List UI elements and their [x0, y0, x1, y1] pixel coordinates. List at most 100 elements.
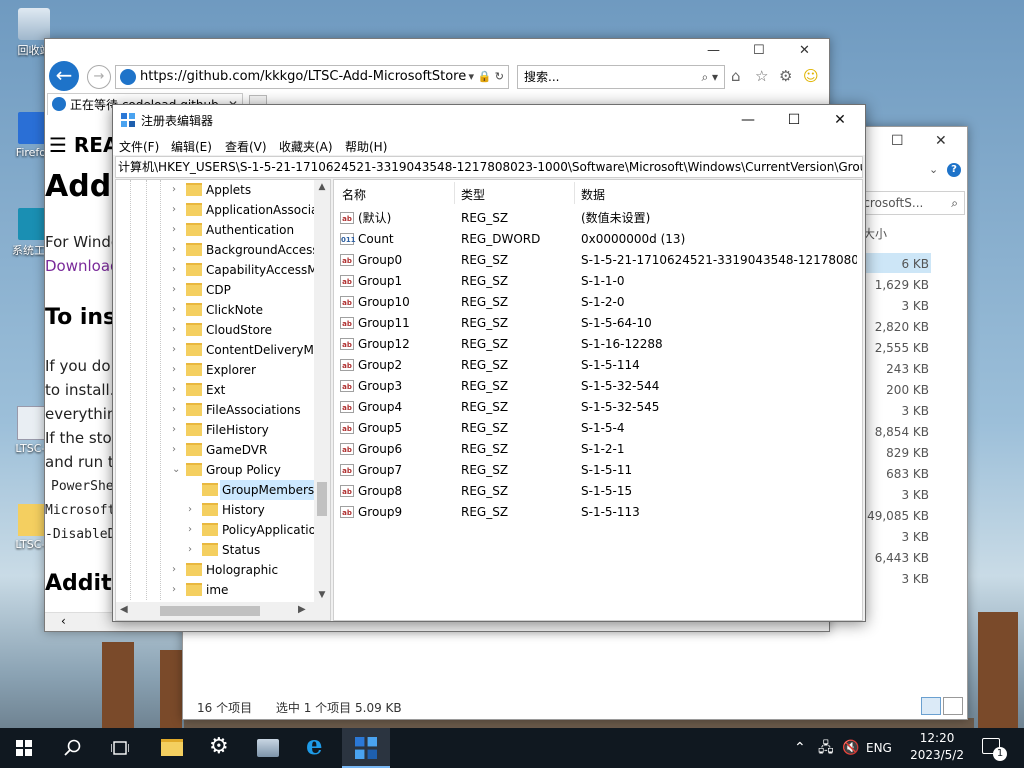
scroll-thumb[interactable]	[317, 482, 327, 516]
chevron-right-icon[interactable]: ›	[172, 200, 182, 220]
value-row[interactable]: ab Group3 REG_SZ S-1-5-32-544	[334, 376, 862, 397]
scroll-thumb[interactable]	[160, 606, 260, 616]
chevron-right-icon[interactable]: ›	[188, 500, 198, 520]
tree-item[interactable]: › CDP	[172, 280, 312, 300]
taskbar-file-explorer[interactable]	[148, 728, 196, 768]
value-row[interactable]: ab Group0 REG_SZ S-1-5-21-1710624521-331904…	[334, 250, 862, 271]
ime-indicator[interactable]: ENG	[866, 728, 892, 768]
column-header-name[interactable]: 名称	[342, 186, 366, 203]
column-divider[interactable]	[574, 182, 575, 204]
scroll-down-icon[interactable]: ▼	[314, 590, 330, 600]
maximize-button[interactable]: ☐	[771, 105, 817, 135]
column-divider[interactable]	[454, 182, 455, 204]
maximize-icon[interactable]: ☐	[891, 133, 904, 149]
tree-item[interactable]: › PolicyApplicatio	[188, 520, 316, 540]
scroll-left-icon[interactable]: ◀	[120, 604, 128, 615]
refresh-icon[interactable]: ↻	[495, 70, 504, 83]
value-row[interactable]: ab Group8 REG_SZ S-1-5-15	[334, 481, 862, 502]
forward-arrow-icon[interactable]: →	[87, 65, 111, 89]
chevron-right-icon[interactable]: ›	[172, 260, 182, 280]
favorites-star-icon[interactable]: ☆	[755, 67, 768, 85]
download-link[interactable]: Download	[45, 257, 120, 275]
back-arrow-icon[interactable]: ←	[49, 61, 79, 91]
value-row[interactable]: ab Group7 REG_SZ S-1-5-11	[334, 460, 862, 481]
tree-item[interactable]: › ClickNote	[172, 300, 312, 320]
start-button[interactable]	[0, 728, 48, 768]
column-header-data[interactable]: 数据	[581, 186, 605, 203]
scroll-up-icon[interactable]: ▲	[314, 182, 330, 192]
smiley-feedback-icon[interactable]: ☺	[803, 67, 819, 85]
column-header-type[interactable]: 类型	[461, 186, 485, 203]
tree-item[interactable]: › History	[188, 500, 312, 520]
tree-item[interactable]: › BackgroundAccess	[172, 240, 319, 260]
value-row[interactable]: 011 Count REG_DWORD 0x0000000d (13)	[334, 229, 862, 250]
taskbar-control-panel[interactable]	[244, 728, 292, 768]
address-bar[interactable]: https://github.com/kkkgo/LTSC-Add-Micros…	[115, 65, 509, 89]
home-icon[interactable]: ⌂	[731, 67, 741, 85]
menu-favorites[interactable]: 收藏夹(A)	[279, 138, 333, 155]
browser-search-input[interactable]: 搜索... ⌕ ▾	[517, 65, 725, 89]
large-icons-view-icon[interactable]	[943, 697, 963, 715]
tree-item[interactable]: › GameDVR	[172, 440, 312, 460]
help-icon[interactable]: ?	[947, 163, 961, 177]
gear-icon[interactable]: ⚙	[779, 67, 792, 85]
value-row[interactable]: ab Group6 REG_SZ S-1-2-1	[334, 439, 862, 460]
close-icon[interactable]: ✕	[799, 43, 810, 58]
close-button[interactable]: ✕	[817, 105, 863, 135]
chevron-right-icon[interactable]: ›	[188, 520, 198, 540]
tree-item[interactable]: GroupMembers	[188, 480, 317, 500]
tree-item[interactable]: › ApplicationAssocia	[172, 200, 318, 220]
tree-item[interactable]: › CloudStore	[172, 320, 312, 340]
tree-item[interactable]: › Status	[188, 540, 312, 560]
tree-item[interactable]: ⌄ Group Policy	[172, 460, 312, 480]
tree-item[interactable]: › ime	[172, 580, 312, 600]
network-icon[interactable]: 🖧	[818, 728, 834, 768]
scroll-right-icon[interactable]: ▶	[298, 604, 306, 615]
search-icon[interactable]: ⌕ ▾	[701, 66, 718, 88]
value-row[interactable]: ab Group1 REG_SZ S-1-1-0	[334, 271, 862, 292]
chevron-right-icon[interactable]: ›	[172, 580, 182, 600]
values-pane[interactable]: 名称 类型 数据 ab (默认) REG_SZ (数值未设置) 011 Count REG_…	[333, 179, 863, 621]
value-row[interactable]: ab (默认) REG_SZ (数值未设置)	[334, 208, 862, 229]
minimize-button[interactable]: —	[725, 105, 771, 135]
tree-item[interactable]: › Holographic	[172, 560, 312, 580]
chevron-down-icon[interactable]: ⌄	[172, 460, 182, 480]
menu-view[interactable]: 查看(V)	[225, 138, 267, 155]
tree-vertical-scrollbar[interactable]: ▲ ▼	[314, 180, 330, 602]
menu-edit[interactable]: 编辑(E)	[171, 138, 212, 155]
menu-file[interactable]: 文件(F)	[119, 138, 159, 155]
chevron-down-icon[interactable]: ⌄	[929, 163, 938, 176]
tree-item[interactable]: › CapabilityAccessM	[172, 260, 318, 280]
search-input[interactable]: icrosoftS... ⌕	[849, 191, 965, 215]
title-bar[interactable]: 注册表编辑器 — ☐ ✕	[113, 105, 865, 135]
chevron-right-icon[interactable]: ›	[172, 340, 182, 360]
scroll-left-icon[interactable]: ‹	[61, 614, 66, 628]
tree-horizontal-scrollbar[interactable]: ◀ ▶	[116, 602, 330, 620]
chevron-right-icon[interactable]: ›	[188, 540, 198, 560]
close-icon[interactable]: ✕	[935, 133, 947, 149]
chevron-right-icon[interactable]: ›	[172, 360, 182, 380]
taskbar-settings[interactable]: ⚙	[196, 728, 244, 768]
chevron-right-icon[interactable]: ›	[172, 320, 182, 340]
address-tools[interactable]: ▾ 🔒 ↻	[469, 66, 504, 88]
minimize-icon[interactable]: —	[707, 43, 720, 58]
chevron-right-icon[interactable]: ›	[172, 180, 182, 200]
value-row[interactable]: ab Group2 REG_SZ S-1-5-114	[334, 355, 862, 376]
tree-item[interactable]: › Applets	[172, 180, 312, 200]
chevron-right-icon[interactable]: ›	[172, 440, 182, 460]
chevron-right-icon[interactable]: ›	[172, 220, 182, 240]
chevron-right-icon[interactable]: ›	[172, 400, 182, 420]
details-view-icon[interactable]	[921, 697, 941, 715]
address-path-input[interactable]: 计算机\HKEY_USERS\S-1-5-21-1710624521-33190…	[115, 156, 863, 178]
menu-help[interactable]: 帮助(H)	[345, 138, 387, 155]
registry-editor-window[interactable]: 注册表编辑器 — ☐ ✕ 文件(F) 编辑(E) 查看(V) 收藏夹(A) 帮助…	[112, 104, 866, 622]
taskbar-internet-explorer[interactable]: e	[294, 728, 342, 768]
chevron-right-icon[interactable]: ›	[172, 240, 182, 260]
tree-item[interactable]: › ContentDeliveryMa	[172, 340, 321, 360]
volume-muted-icon[interactable]: 🔇	[842, 728, 859, 768]
taskbar-registry-editor[interactable]	[342, 728, 390, 768]
chevron-right-icon[interactable]: ›	[172, 420, 182, 440]
dropdown-icon[interactable]: ▾	[469, 70, 475, 83]
chevron-right-icon[interactable]: ›	[172, 280, 182, 300]
chevron-right-icon[interactable]: ›	[172, 380, 182, 400]
